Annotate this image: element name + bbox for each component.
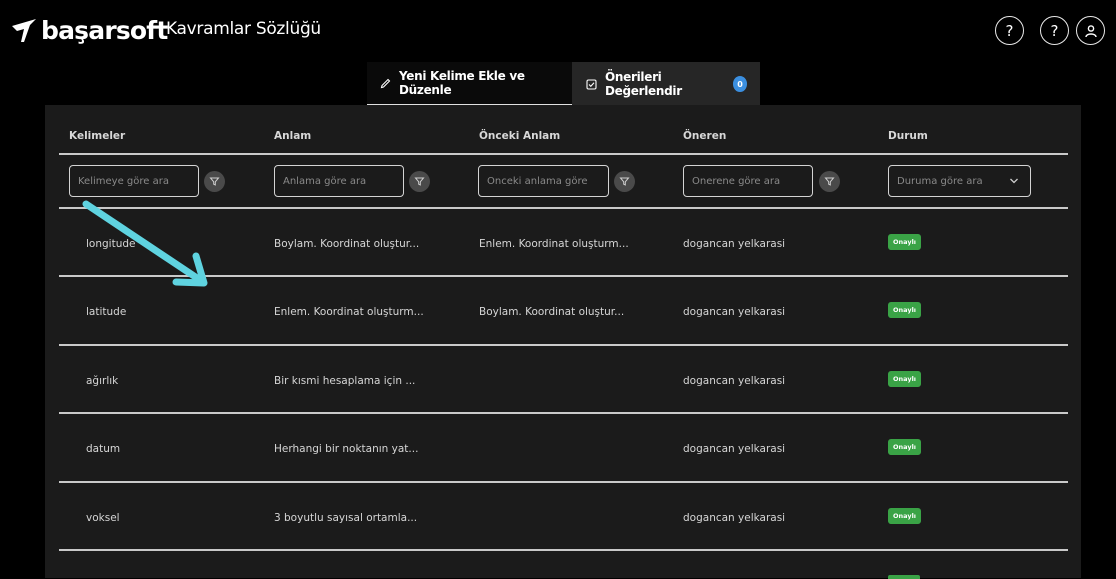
column-header-onceki-anlam[interactable]: Önceki Anlam	[479, 130, 560, 142]
table-row[interactable]: latitude Enlem. Koordinat oluşturm... Bo…	[45, 277, 1081, 345]
word-cell: voksel	[86, 512, 120, 524]
filter-icon[interactable]	[204, 171, 225, 192]
status-filter-select[interactable]: Duruma göre ara	[888, 165, 1031, 197]
word-cell: latitude	[86, 306, 127, 318]
chevron-down-icon	[1010, 178, 1018, 184]
app-header: başarsoft Kavramlar Sözlüğü ? ?	[0, 0, 1116, 62]
word-cell: datum	[86, 443, 121, 455]
suggester-cell: dogancan yelkarasi	[683, 375, 786, 387]
page-title: Kavramlar Sözlüğü	[166, 19, 321, 39]
column-header-durum[interactable]: Durum	[888, 130, 928, 142]
status-select-placeholder: Duruma göre ara	[897, 175, 983, 187]
filter-icon[interactable]	[614, 171, 635, 192]
basarsoft-logo[interactable]: başarsoft	[11, 14, 168, 46]
brand-name: başarsoft	[41, 15, 168, 45]
column-header-kelimeler[interactable]: Kelimeler	[69, 130, 125, 142]
checkbox-icon	[586, 78, 597, 90]
status-badge: Onaylı	[888, 302, 922, 318]
word-cell: longitude	[86, 238, 136, 250]
status-badge: Onaylı	[888, 439, 922, 455]
suggester-cell: dogancan yelkarasi	[683, 238, 786, 250]
meaning-cell: Enlem. Koordinat oluşturm...	[274, 306, 424, 318]
table-row[interactable]: ağırlık Bir kısmi hesaplama için ... dog…	[45, 346, 1081, 414]
table-row[interactable]: longitude Boylam. Koordinat oluştur... E…	[45, 209, 1081, 277]
suggester-cell: dogancan yelkarasi	[683, 306, 786, 318]
meaning-cell: 3 boyutlu sayısal ortamla...	[274, 512, 418, 524]
header-divider	[59, 153, 1068, 155]
tab-bar: Yeni Kelime Ekle ve Düzenle Önerileri De…	[367, 62, 760, 106]
suggester-search-input[interactable]	[683, 165, 813, 197]
column-header-anlam[interactable]: Anlam	[274, 130, 311, 142]
tab-label: Yeni Kelime Ekle ve Düzenle	[399, 69, 525, 97]
suggester-cell: dogancan yelkarasi	[683, 443, 786, 455]
previous-meaning-cell: Boylam. Koordinat oluştur...	[479, 306, 625, 318]
status-badge	[888, 575, 920, 579]
user-glyph-icon	[1084, 24, 1097, 37]
meaning-search-input[interactable]	[274, 165, 404, 197]
status-badge: Onaylı	[888, 508, 922, 524]
help-icon[interactable]: ?	[995, 16, 1024, 45]
pencil-icon	[380, 78, 391, 89]
previous-meaning-search-input[interactable]	[478, 165, 609, 197]
help-icon[interactable]: ?	[1040, 16, 1069, 45]
suggester-cell: dogancan yelkarasi	[683, 512, 786, 524]
table-row[interactable]	[45, 551, 1081, 579]
status-badge: Onaylı	[888, 234, 922, 250]
column-header-oneren[interactable]: Öneren	[683, 130, 726, 142]
word-search-input[interactable]	[69, 165, 199, 197]
tab-add-edit-word[interactable]: Yeni Kelime Ekle ve Düzenle	[367, 62, 572, 106]
suggestion-count-badge: 0	[732, 76, 747, 92]
terms-table: Kelimeler Anlam Önceki Anlam Öneren Duru…	[45, 105, 1081, 579]
meaning-cell: Bir kısmi hesaplama için ...	[274, 375, 416, 387]
logo-mark-icon	[12, 19, 36, 42]
meaning-cell: Boylam. Koordinat oluştur...	[274, 238, 420, 250]
previous-meaning-cell: Enlem. Koordinat oluşturm...	[479, 238, 629, 250]
table-row[interactable]: voksel 3 boyutlu sayısal ortamla... doga…	[45, 483, 1081, 551]
meaning-cell: Herhangi bir noktanın yat...	[274, 443, 419, 455]
user-icon[interactable]	[1076, 16, 1105, 45]
status-badge: Onaylı	[888, 371, 922, 387]
tab-evaluate-suggestions[interactable]: Önerileri Değerlendir 0	[572, 62, 760, 106]
table-row[interactable]: datum Herhangi bir noktanın yat... dogan…	[45, 414, 1081, 482]
filter-icon[interactable]	[409, 171, 430, 192]
filter-icon[interactable]	[819, 171, 840, 192]
tab-label: Önerileri Değerlendir	[605, 70, 682, 98]
word-cell: ağırlık	[86, 375, 119, 387]
